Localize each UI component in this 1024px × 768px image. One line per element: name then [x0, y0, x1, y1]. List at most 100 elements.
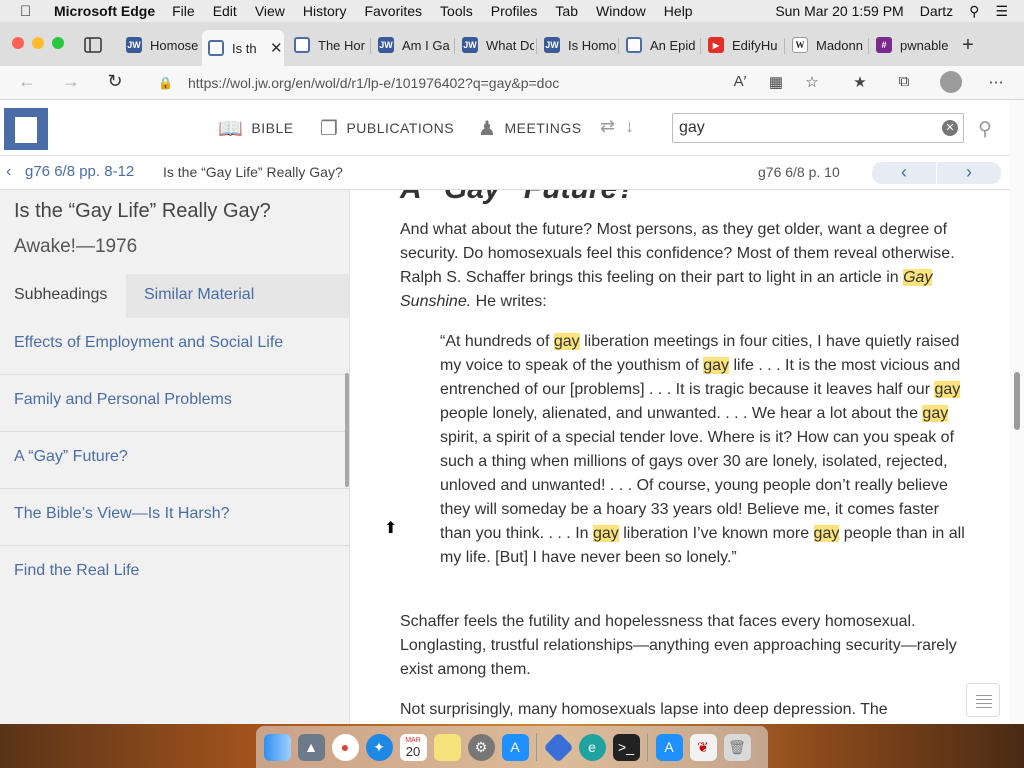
app-name-menu[interactable]: Microsoft Edge [54, 3, 155, 19]
search-icon[interactable]: ⚲ [978, 118, 1000, 140]
tab-title: An Epid [650, 37, 696, 53]
browser-tab[interactable]: JW Am I Ga [372, 30, 452, 60]
control-center-icon[interactable]: ☰ [995, 3, 1008, 20]
nav-bible[interactable]: 📖 BIBLE [218, 114, 294, 142]
menu-tools[interactable]: Tools [440, 3, 473, 19]
system-preferences-icon[interactable]: ⚙ [467, 733, 495, 761]
menubar-user[interactable]: Dartz [920, 3, 953, 19]
browser-tab[interactable]: JW What Do [456, 30, 534, 60]
article-content: A “Gay” Future? And what about the futur… [350, 190, 1010, 724]
tab-actions-icon[interactable] [84, 37, 102, 53]
wikipedia-icon: W [792, 37, 808, 53]
window-scrollbar[interactable] [1010, 100, 1024, 724]
menu-favorites[interactable]: Favorites [364, 3, 422, 19]
address-bar[interactable]: 🔒 https://wol.jw.org/en/wol/d/r1/lp-e/10… [146, 69, 702, 97]
menu-help[interactable]: Help [664, 3, 693, 19]
tab-subheadings[interactable]: Subheadings [0, 274, 126, 318]
tab-title: The Hor [318, 37, 365, 53]
browser-tab[interactable]: The Hor [288, 30, 366, 60]
terminal-icon[interactable]: >_ [612, 733, 640, 761]
scrollbar-thumb[interactable] [1014, 372, 1020, 430]
profile-avatar[interactable] [940, 71, 962, 93]
swap-arrows-icon[interactable]: ⇄ ↓ [600, 116, 634, 137]
trash-icon[interactable]: 🗑 [723, 733, 751, 761]
clear-search-icon[interactable]: ✕ [942, 120, 958, 136]
menu-window[interactable]: Window [596, 3, 646, 19]
back-arrow-icon[interactable]: ← [16, 71, 38, 93]
chrome-icon[interactable]: ● [331, 733, 359, 761]
safari-icon[interactable]: ✦ [365, 733, 393, 761]
jw-icon: JW [126, 37, 142, 53]
subheading-link[interactable]: The Bible’s View—Is It Harsh? [0, 489, 350, 546]
forward-arrow-icon[interactable]: → [60, 71, 82, 93]
app-store-icon[interactable]: A [655, 733, 683, 761]
hamburger-menu-icon[interactable] [966, 683, 1000, 717]
menu-edit[interactable]: Edit [213, 3, 237, 19]
browser-tab-active[interactable]: Is th ✕ [202, 30, 284, 66]
read-aloud-icon[interactable]: A′ [730, 73, 750, 93]
browser-tab[interactable]: # pwnable [870, 30, 948, 60]
spotlight-search-icon[interactable]: ⚲ [969, 3, 979, 20]
notes-icon[interactable] [433, 733, 461, 761]
menu-file[interactable]: File [172, 3, 195, 19]
launchpad-icon[interactable]: ▲ [297, 733, 325, 761]
refresh-icon[interactable]: ↻ [104, 71, 126, 93]
menubar-clock[interactable]: Sun Mar 20 1:59 PM [775, 3, 903, 19]
window-maximize-button[interactable] [52, 37, 64, 49]
article-paragraph: And what about the future? Most persons,… [400, 218, 960, 314]
subheading-link[interactable]: Find the Real Life [0, 546, 350, 603]
tab-divider [700, 38, 701, 54]
search-highlight: gay [553, 333, 580, 350]
browser-tab[interactable]: W Madonn [786, 30, 866, 60]
browser-tab[interactable]: ▶ EdifyHu [702, 30, 782, 60]
nav-bible-label: BIBLE [251, 120, 294, 136]
paragraph-text: And what about the future? Most persons,… [400, 221, 955, 286]
article-paragraph: Schaffer feels the futility and hopeless… [400, 613, 957, 678]
subheadings-list: Effects of Employment and Social Life Fa… [0, 318, 350, 603]
more-menu-icon[interactable]: ⋯ [986, 73, 1006, 93]
close-tab-icon[interactable]: ✕ [270, 39, 284, 57]
nav-meetings[interactable]: ♟ MEETINGS [478, 114, 582, 142]
finder-icon[interactable] [263, 733, 291, 761]
vscode-icon[interactable] [542, 731, 574, 763]
previous-page-button[interactable]: ‹ [872, 162, 936, 184]
tab-strip: JW Homose Is th ✕ The Hor JW Am I Ga JW … [0, 22, 1024, 66]
add-favorite-icon[interactable]: ☆ [802, 73, 822, 93]
quote-text: people lonely, alienated, and unwanted. … [440, 405, 923, 422]
subheading-link[interactable]: Effects of Employment and Social Life [0, 318, 350, 375]
menu-history[interactable]: History [303, 3, 347, 19]
breadcrumb-ref-link[interactable]: g76 6/8 pp. 8-12 [25, 163, 134, 180]
window-close-button[interactable] [12, 37, 24, 49]
immersive-reader-icon[interactable]: ▦ [766, 73, 786, 93]
search-input[interactable]: gay ✕ [672, 113, 964, 143]
paragraph-text: He writes: [471, 293, 547, 310]
watchtower-logo[interactable] [4, 108, 48, 150]
search-highlight: gay [592, 525, 619, 542]
edge-icon[interactable]: e [578, 733, 606, 761]
browser-tab[interactable]: An Epid [620, 30, 698, 60]
next-page-button[interactable]: › [937, 162, 1001, 184]
dock: ▲ ● ✦ MAR 20 ⚙ A e >_ A ❦ 🗑 [256, 726, 768, 768]
chevron-left-icon[interactable]: ‹ [6, 163, 11, 181]
apple-menu-icon[interactable]:  [20, 3, 40, 20]
menu-tab[interactable]: Tab [555, 3, 578, 19]
app-store-icon[interactable]: A [501, 733, 529, 761]
menu-profiles[interactable]: Profiles [491, 3, 538, 19]
document-icon[interactable]: ❦ [689, 733, 717, 761]
nav-publications[interactable]: ❐ PUBLICATIONS [320, 114, 454, 142]
sidebar-scrollbar[interactable] [345, 373, 349, 487]
window-minimize-button[interactable] [32, 37, 44, 49]
collections-icon[interactable]: ⧉ [894, 73, 914, 93]
subheading-link[interactable]: Family and Personal Problems [0, 375, 350, 432]
tab-similar-material[interactable]: Similar Material [126, 274, 350, 318]
browser-tab[interactable]: JW Is Homo [538, 30, 616, 60]
subheading-link[interactable]: A “Gay” Future? [0, 432, 350, 489]
favorites-icon[interactable]: ★ [850, 73, 870, 93]
publications-icon: ❐ [320, 117, 339, 140]
menu-view[interactable]: View [255, 3, 285, 19]
calendar-icon[interactable]: MAR 20 [399, 733, 427, 761]
sidebar-subtitle: Awake!—1976 [14, 236, 138, 257]
browser-tab[interactable]: JW Homose [120, 30, 198, 60]
new-tab-plus-icon[interactable]: + [958, 34, 978, 57]
search-highlight: gay [703, 357, 730, 374]
